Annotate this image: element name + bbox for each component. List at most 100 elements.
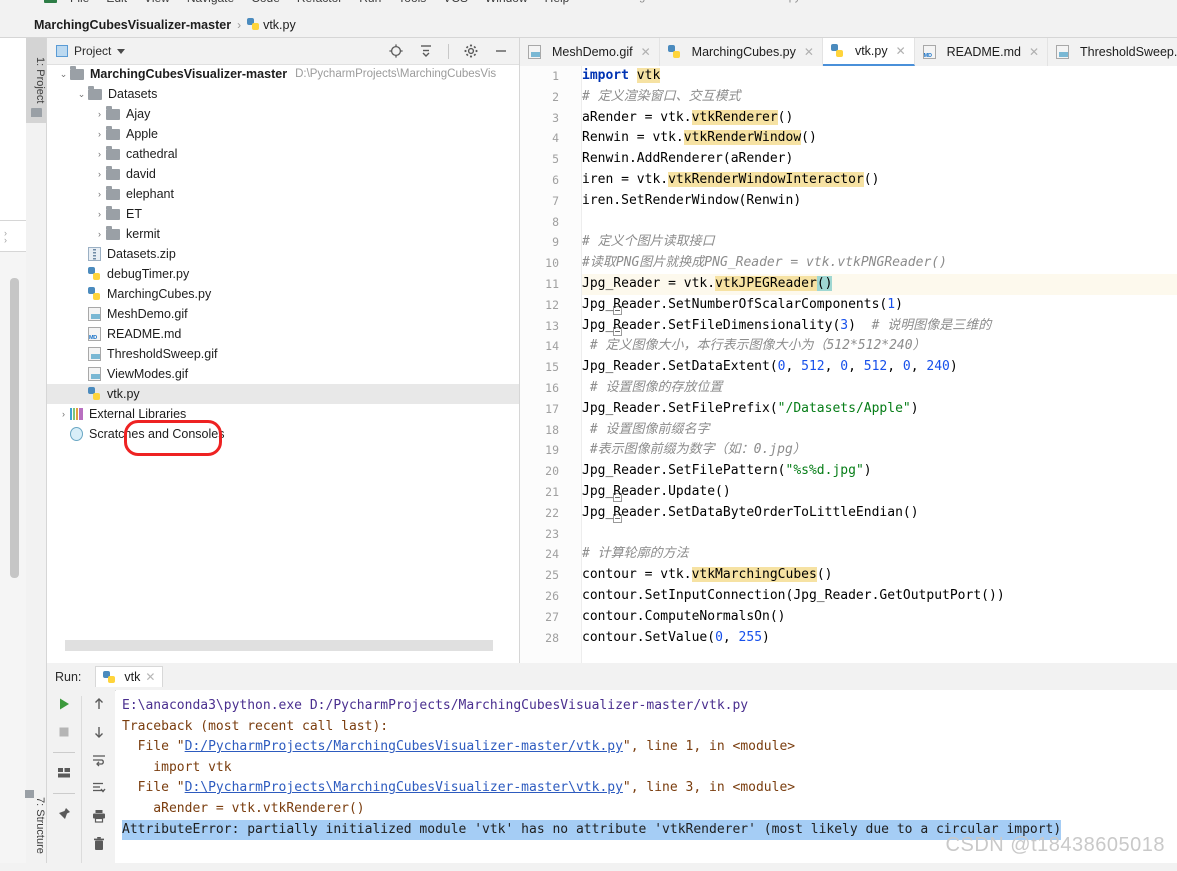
code-line[interactable]: Renwin = vtk.vtkRenderWindow() [582, 128, 1177, 149]
tree-item-et[interactable]: › ET [47, 204, 519, 224]
tree-item-meshdemo-gif[interactable]: MeshDemo.gif [47, 304, 519, 324]
code-line[interactable]: Jpg_Reader.SetFilePrefix("/Datasets/Appl… [582, 399, 1177, 420]
code-lines[interactable]: import vtk # 定义渲染窗口、交互模式 aRender = vtk.vtk… [582, 66, 1177, 648]
menu-item-tools[interactable]: Tools [398, 0, 426, 5]
chevron-right-icon[interactable]: › [57, 409, 70, 419]
pin-icon[interactable] [56, 806, 72, 822]
tree-item-datasets-zip[interactable]: Datasets.zip [47, 244, 519, 264]
code-line[interactable]: # 设置图像的存放位置 [582, 378, 1177, 399]
code-line[interactable]: # 定义渲染窗口、交互模式 [582, 87, 1177, 108]
chevron-down-icon[interactable]: ⌄ [75, 89, 88, 100]
tree-item-apple[interactable]: › Apple [47, 124, 519, 144]
tool-window-button-structure[interactable]: 7: Structure [25, 780, 46, 871]
menu-item-refactor[interactable]: Refactor [297, 0, 342, 5]
tree-item-external-libraries[interactable]: › External Libraries [47, 404, 519, 424]
code-line[interactable]: iren = vtk.vtkRenderWindowInteractor() [582, 170, 1177, 191]
menu-item-navigate[interactable]: Navigate [187, 0, 234, 5]
layout-icon[interactable] [56, 765, 72, 781]
close-icon[interactable]: ✕ [804, 45, 814, 59]
code-line[interactable]: contour.SetInputConnection(Jpg_Reader.Ge… [582, 586, 1177, 607]
code-line[interactable] [582, 212, 1177, 233]
collapse-all-icon[interactable] [418, 43, 434, 59]
code-line[interactable]: iren.SetRenderWindow(Renwin) [582, 191, 1177, 212]
code-line[interactable]: contour.ComputeNormalsOn() [582, 607, 1177, 628]
chevron-right-icon[interactable]: › [93, 189, 106, 199]
code-line[interactable]: Jpg_Reader = vtk.vtkJPEGReader() [582, 273, 1177, 295]
chevron-right-icon[interactable]: › [93, 229, 106, 239]
code-line[interactable]: aRender = vtk.vtkRenderer() [582, 108, 1177, 129]
code-line[interactable]: contour = vtk.vtkMarchingCubes() [582, 565, 1177, 586]
code-line[interactable]: Jpg_Reader.Update() [582, 482, 1177, 503]
tree-item-readme-md[interactable]: README.md [47, 324, 519, 344]
code-line[interactable]: Jpg_Reader.SetFileDimensionality(3) # 说明… [582, 316, 1177, 337]
menu-item-run[interactable]: Run [359, 0, 381, 5]
code-line[interactable]: Renwin.AddRenderer(aRender) [582, 149, 1177, 170]
chevron-right-icon[interactable]: › [93, 169, 106, 179]
tree-item-david[interactable]: › david [47, 164, 519, 184]
menu-item-window[interactable]: Window [485, 0, 528, 5]
tree-item-ajay[interactable]: › Ajay [47, 104, 519, 124]
editor-tab-thresholdsweep-gif[interactable]: ThresholdSweep.gif✕ [1048, 38, 1177, 66]
menu-item-vcs[interactable]: VCS [443, 0, 468, 5]
project-horizontal-scrollbar[interactable] [65, 640, 493, 651]
print-icon[interactable] [91, 808, 107, 824]
code-line[interactable]: # 计算轮廓的方法 [582, 544, 1177, 565]
code-line[interactable]: # 定义图像大小，本行表示图像大小为（512*512*240） [582, 336, 1177, 357]
tree-item-vtk-py[interactable]: vtk.py [47, 384, 519, 404]
editor-vertical-scrollbar[interactable] [10, 278, 19, 578]
menu-item-help[interactable]: Help [545, 0, 570, 5]
tree-item-datasets[interactable]: ⌄ Datasets [47, 84, 519, 104]
code-line[interactable]: Jpg_Reader.SetDataByteOrderToLittleEndia… [582, 503, 1177, 524]
tree-item-scratches-and-consoles[interactable]: Scratches and Consoles [47, 424, 519, 444]
code-line[interactable]: contour.SetValue(0, 255) [582, 628, 1177, 649]
run-icon[interactable] [56, 696, 72, 712]
scroll-to-end-icon[interactable] [91, 780, 107, 796]
down-arrow-icon[interactable] [91, 724, 107, 740]
menu-item-code[interactable]: Code [251, 0, 280, 5]
tree-item-debugtimer-py[interactable]: debugTimer.py [47, 264, 519, 284]
menu-item-view[interactable]: View [144, 0, 170, 5]
chevron-down-icon[interactable] [117, 48, 126, 54]
run-configuration-tab[interactable]: vtk ✕ [95, 666, 164, 687]
editor-tab-bar[interactable]: MeshDemo.gif✕MarchingCubes.py✕vtk.py✕REA… [520, 38, 1177, 67]
code-line[interactable]: # 定义个图片读取接口 [582, 232, 1177, 253]
project-tree[interactable]: ⌄ MarchingCubesVisualizer-master D:\Pychar… [47, 64, 519, 642]
code-line[interactable]: import vtk [582, 66, 1177, 87]
tree-item-thresholdsweep-gif[interactable]: ThresholdSweep.gif [47, 344, 519, 364]
code-line[interactable]: # 设置图像前缀名字 [582, 420, 1177, 441]
tree-item-cathedral[interactable]: › cathedral [47, 144, 519, 164]
code-editor[interactable]: 1 2 3 4 5 6 7 8 9 10 11 12 13 14 15 16 17 18 19 20 21 22 23 24 2… [520, 66, 1177, 663]
stop-icon[interactable] [56, 724, 72, 740]
trash-icon[interactable] [91, 836, 107, 852]
soft-wrap-icon[interactable] [91, 752, 107, 768]
tree-item-elephant[interactable]: › elephant [47, 184, 519, 204]
breadcrumb-project[interactable]: MarchingCubesVisualizer-master [34, 18, 231, 32]
tree-item-viewmodes-gif[interactable]: ViewModes.gif [47, 364, 519, 384]
locate-icon[interactable] [388, 43, 404, 59]
chevron-right-icon[interactable]: › [93, 209, 106, 219]
code-line[interactable]: #读取PNG图片就换成PNG_Reader = vtk.vtkPNGReader… [582, 253, 1177, 274]
tree-item-kermit[interactable]: › kermit [47, 224, 519, 244]
close-icon[interactable]: ✕ [896, 44, 906, 58]
editor-tab-vtk-py[interactable]: vtk.py ✕ [822, 38, 915, 66]
tree-item-marchingcubesvisualizer-master[interactable]: ⌄ MarchingCubesVisualizer-master D:\Pychar… [47, 64, 519, 84]
code-line[interactable]: Jpg_Reader.SetDataExtent(0, 512, 0, 512,… [582, 357, 1177, 378]
code-line[interactable] [582, 524, 1177, 545]
editor-tab-meshdemo-gif[interactable]: MeshDemo.gif ✕ [520, 38, 660, 66]
close-icon[interactable]: ✕ [1029, 45, 1039, 59]
chevron-right-icon[interactable]: › [93, 129, 106, 139]
project-panel-title[interactable]: Project [56, 44, 126, 58]
chevron-down-icon[interactable]: ⌄ [57, 69, 70, 80]
code-line[interactable]: #表示图像前缀为数字（如：0.jpg） [582, 440, 1177, 461]
code-line[interactable]: Jpg_Reader.SetFilePattern("%s%d.jpg") [582, 461, 1177, 482]
chevron-right-icon[interactable]: › [93, 149, 106, 159]
gear-icon[interactable] [463, 43, 479, 59]
console-file-link[interactable]: D:/PycharmProjects/MarchingCubesVisualiz… [185, 739, 623, 754]
up-arrow-icon[interactable] [91, 696, 107, 712]
menu-item-edit[interactable]: Edit [106, 0, 127, 5]
editor-tab-marchingcubes-py[interactable]: MarchingCubes.py ✕ [659, 38, 823, 66]
code-line[interactable]: Jpg_Reader.SetNumberOfScalarComponents(1… [582, 295, 1177, 316]
chevron-right-icon[interactable]: › [93, 109, 106, 119]
menu-item-file[interactable]: File [70, 0, 89, 5]
close-icon[interactable]: ✕ [641, 45, 651, 59]
